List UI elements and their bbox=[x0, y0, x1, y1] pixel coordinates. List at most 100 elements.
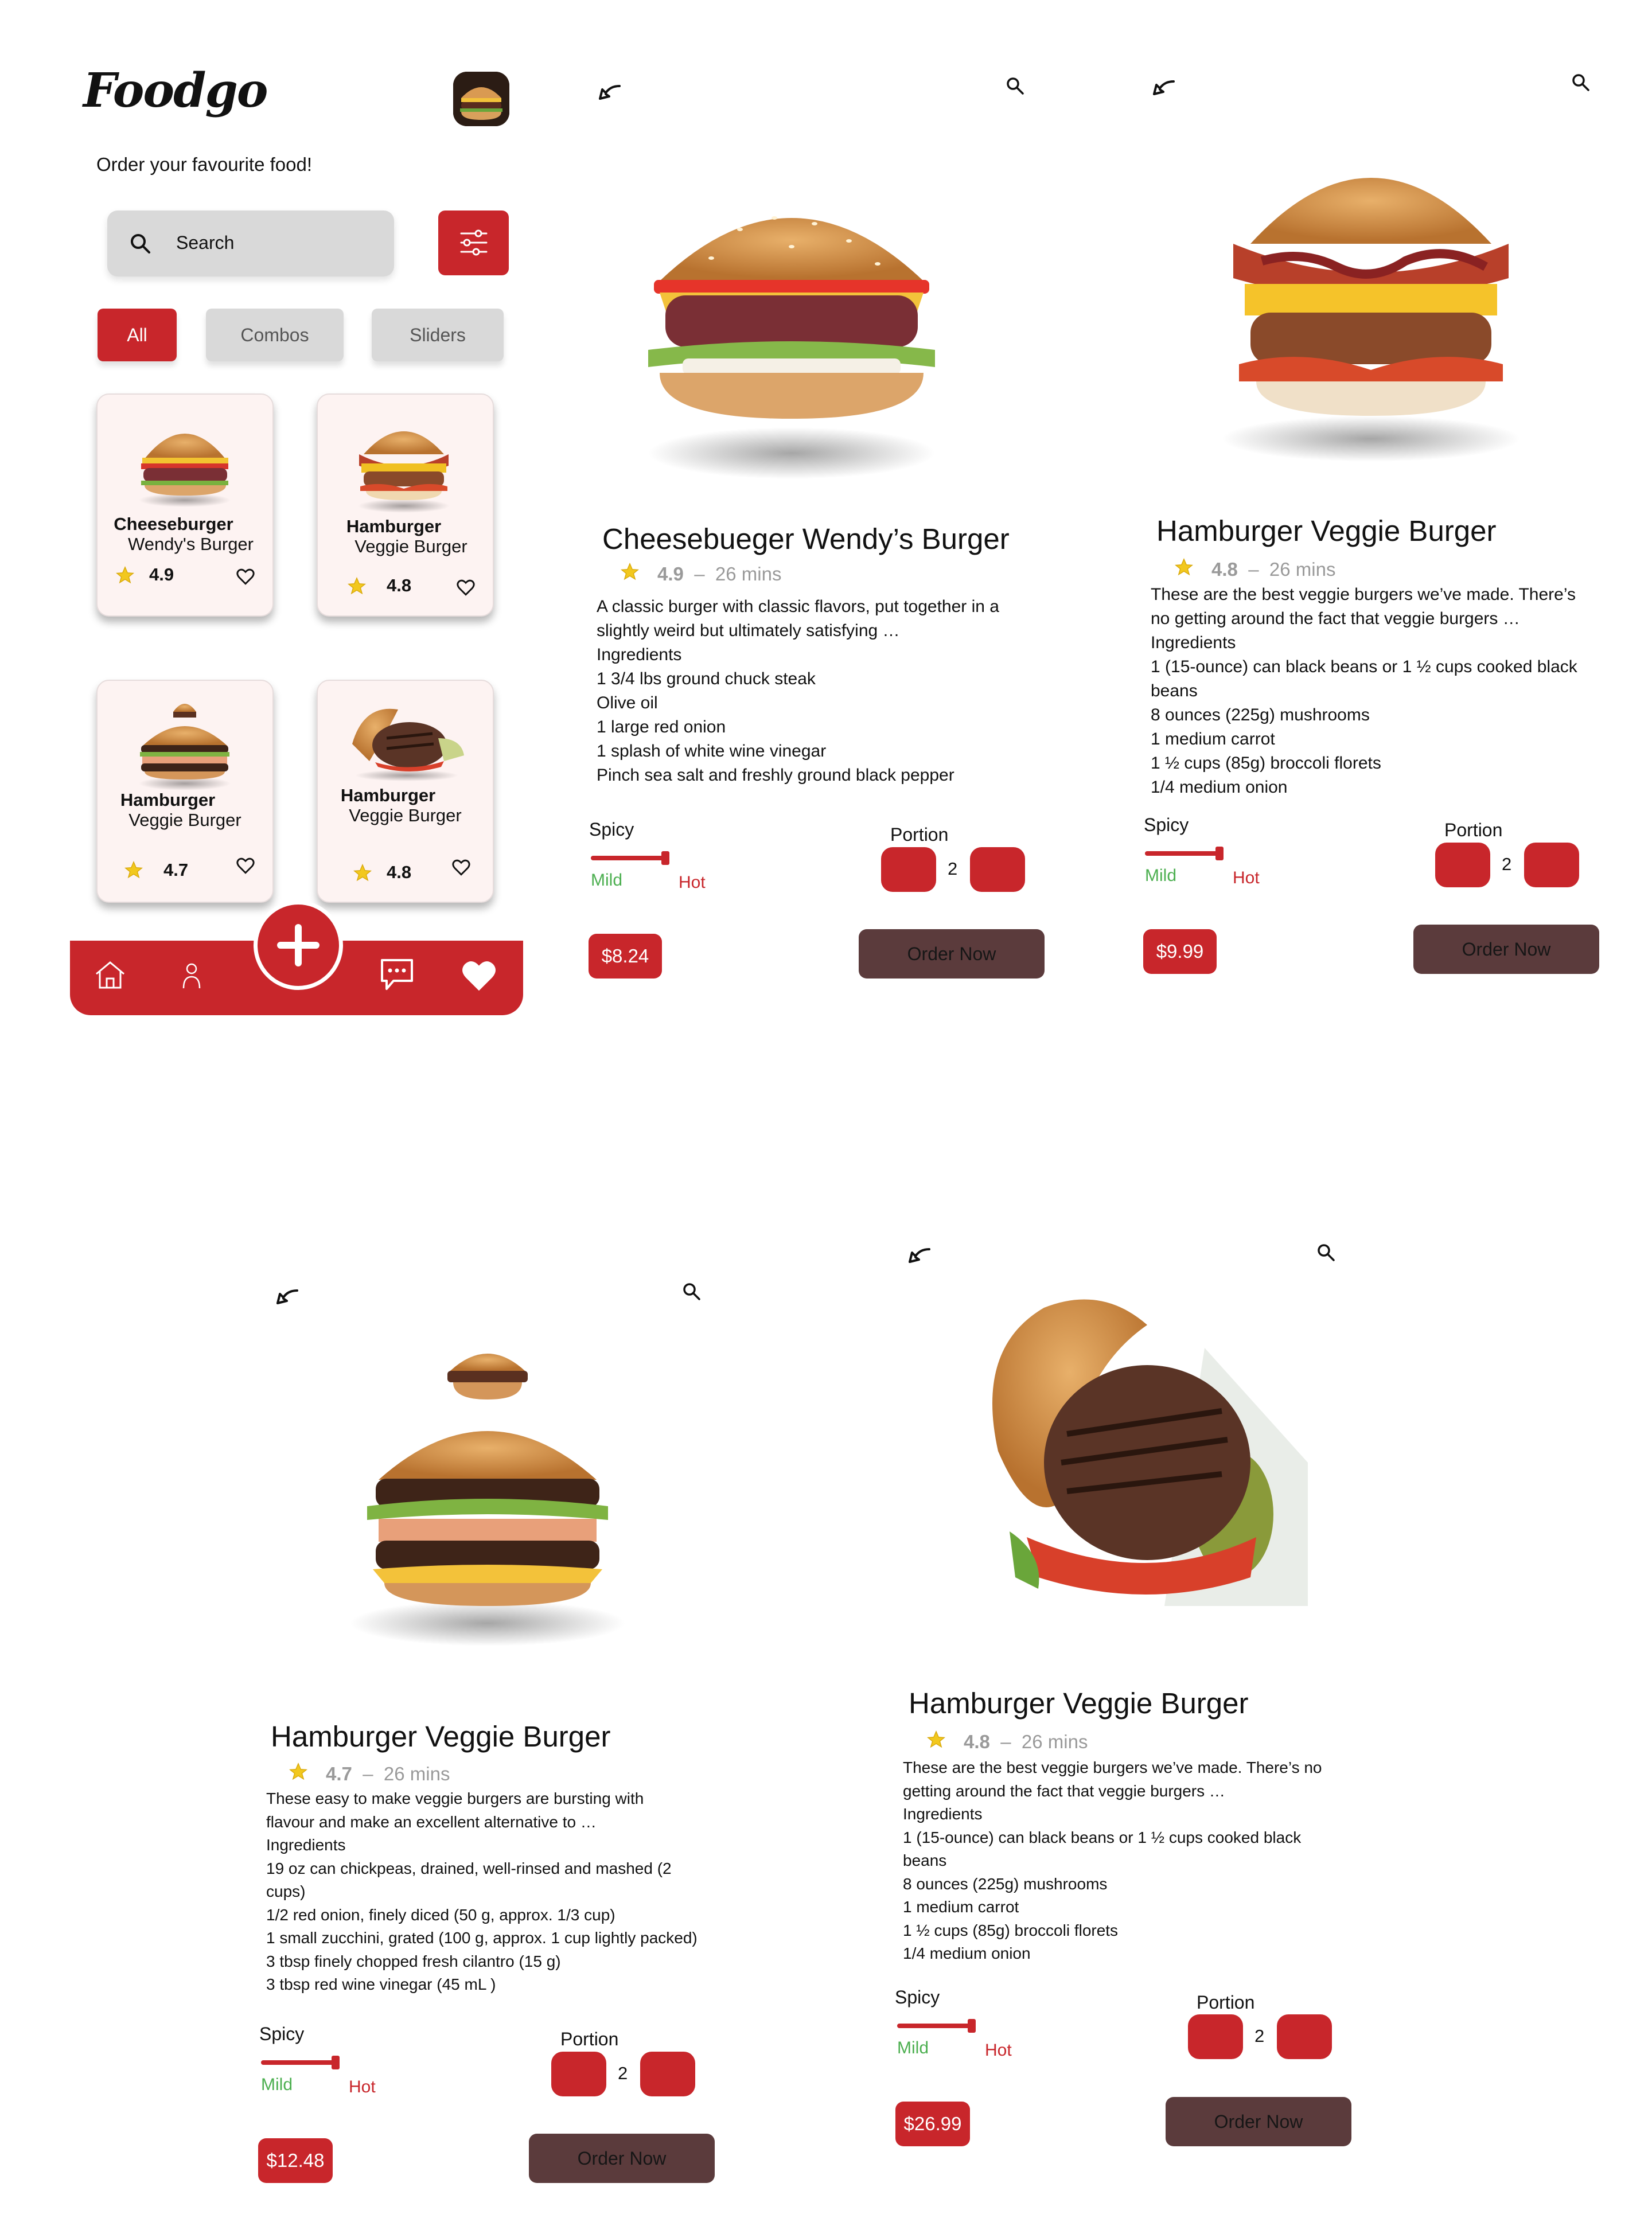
chip-sliders[interactable]: Sliders bbox=[372, 309, 504, 361]
decrease-portion-button[interactable] bbox=[551, 2052, 606, 2096]
cook-time: 26 mins bbox=[383, 1763, 450, 1784]
food-card-hamburger[interactable]: Hamburger Veggie Burger 4.8 bbox=[317, 680, 494, 903]
portion-label: Portion bbox=[1444, 820, 1503, 840]
search-placeholder: Search bbox=[176, 232, 235, 253]
spicy-slider[interactable] bbox=[1145, 851, 1219, 856]
increase-portion-button[interactable] bbox=[970, 847, 1025, 892]
increase-portion-button[interactable] bbox=[640, 2052, 695, 2096]
star-icon bbox=[927, 1730, 945, 1748]
spicy-label: Spicy bbox=[895, 1987, 940, 2007]
decrease-portion-button[interactable] bbox=[1188, 2014, 1243, 2059]
order-now-button[interactable]: Order Now bbox=[1166, 2097, 1351, 2146]
cook-time: 26 mins bbox=[1269, 559, 1336, 580]
card-subtitle: Veggie Burger bbox=[128, 810, 241, 830]
hot-label: Hot bbox=[679, 873, 706, 892]
chat-icon[interactable] bbox=[379, 957, 415, 992]
search-icon bbox=[131, 234, 150, 254]
back-arrow-icon[interactable] bbox=[597, 84, 622, 101]
home-icon[interactable] bbox=[93, 958, 127, 992]
product-description: A classic burger with classic flavors, p… bbox=[597, 597, 999, 785]
card-title: Hamburger bbox=[340, 785, 436, 805]
heart-icon[interactable] bbox=[235, 856, 256, 875]
search-input[interactable]: Search bbox=[107, 210, 394, 276]
spicy-label: Spicy bbox=[589, 819, 634, 840]
spicy-slider[interactable] bbox=[897, 2024, 972, 2028]
back-arrow-icon[interactable] bbox=[906, 1247, 932, 1264]
hot-label: Hot bbox=[349, 2077, 376, 2096]
star-icon bbox=[116, 566, 134, 584]
price-badge: $9.99 bbox=[1143, 929, 1217, 974]
card-rating: 4.7 bbox=[163, 860, 189, 880]
mild-label: Mild bbox=[897, 2038, 929, 2057]
spicy-slider[interactable] bbox=[591, 856, 665, 860]
price-badge: $8.24 bbox=[589, 934, 662, 979]
burger-image bbox=[139, 434, 231, 507]
cook-time: 26 mins bbox=[715, 563, 782, 584]
mild-label: Mild bbox=[591, 871, 623, 890]
spicy-slider-handle[interactable] bbox=[1215, 847, 1224, 860]
spicy-slider-handle[interactable] bbox=[332, 2056, 340, 2069]
card-subtitle: Veggie Burger bbox=[349, 805, 462, 825]
portion-label: Portion bbox=[1197, 1992, 1255, 2013]
food-card-hamburger[interactable]: Hamburger Veggie Burger 4.8 bbox=[317, 393, 494, 617]
mild-label: Mild bbox=[261, 2075, 293, 2094]
card-title: Hamburger bbox=[120, 790, 216, 810]
mild-label: Mild bbox=[1145, 866, 1177, 885]
heart-icon[interactable] bbox=[235, 567, 256, 586]
search-icon[interactable] bbox=[681, 1281, 701, 1301]
avatar[interactable] bbox=[453, 72, 509, 126]
user-icon[interactable] bbox=[179, 961, 204, 992]
portion-label: Portion bbox=[560, 2029, 619, 2049]
search-icon[interactable] bbox=[1005, 76, 1024, 95]
heart-icon[interactable] bbox=[460, 958, 498, 992]
chip-combos[interactable]: Combos bbox=[206, 309, 344, 361]
search-icon[interactable] bbox=[1316, 1242, 1335, 1262]
product-title: Cheesebueger Wendy’s Burger bbox=[602, 523, 1010, 555]
spicy-slider-handle[interactable] bbox=[968, 2019, 976, 2033]
order-now-button[interactable]: Order Now bbox=[1413, 925, 1599, 974]
portion-count: 2 bbox=[1254, 2026, 1265, 2046]
add-button[interactable] bbox=[254, 901, 343, 990]
back-arrow-icon[interactable] bbox=[274, 1288, 299, 1305]
star-icon bbox=[289, 1763, 307, 1780]
decrease-portion-button[interactable] bbox=[881, 847, 936, 892]
rating-value: 4.7 bbox=[326, 1763, 352, 1784]
heart-icon[interactable] bbox=[455, 578, 476, 597]
portion-count: 2 bbox=[618, 2063, 628, 2083]
rating-value: 4.8 bbox=[964, 1731, 990, 1752]
chip-all[interactable]: All bbox=[98, 309, 177, 361]
app-logo: Foodgo bbox=[83, 63, 268, 118]
star-icon bbox=[124, 861, 143, 879]
burger-image bbox=[358, 431, 450, 513]
increase-portion-button[interactable] bbox=[1277, 2014, 1332, 2059]
back-arrow-icon[interactable] bbox=[1151, 79, 1176, 96]
product-title: Hamburger Veggie Burger bbox=[909, 1687, 1249, 1720]
food-card-cheeseburger[interactable]: Cheeseburger Wendy's Burger 4.9 bbox=[96, 393, 274, 617]
spicy-slider-handle[interactable] bbox=[661, 851, 669, 865]
page-subtitle: Order your favourite food! bbox=[96, 154, 313, 175]
decrease-portion-button[interactable] bbox=[1435, 843, 1490, 887]
food-card-hamburger[interactable]: Hamburger Veggie Burger 4.7 bbox=[96, 680, 274, 903]
card-subtitle: Wendy's Burger bbox=[128, 534, 254, 554]
spicy-slider[interactable] bbox=[261, 2060, 336, 2065]
star-icon bbox=[621, 563, 639, 580]
product-description: These are the best veggie burgers we’ve … bbox=[1151, 585, 1577, 797]
rating-value: 4.8 bbox=[1211, 559, 1238, 580]
increase-portion-button[interactable] bbox=[1524, 843, 1579, 887]
burger-image bbox=[352, 708, 464, 781]
spicy-label: Spicy bbox=[259, 2024, 305, 2044]
cook-time: 26 mins bbox=[1021, 1731, 1088, 1752]
order-now-button[interactable]: Order Now bbox=[529, 2134, 715, 2183]
product-description: These are the best veggie burgers we’ve … bbox=[903, 1759, 1322, 1962]
card-title: Hamburger bbox=[346, 516, 442, 536]
order-now-button[interactable]: Order Now bbox=[859, 929, 1045, 979]
heart-icon[interactable] bbox=[451, 857, 472, 877]
portion-count: 2 bbox=[948, 859, 958, 879]
burger-image bbox=[648, 216, 935, 479]
portion-count: 2 bbox=[1502, 854, 1512, 874]
product-title: Hamburger Veggie Burger bbox=[1156, 514, 1497, 547]
search-icon[interactable] bbox=[1571, 72, 1590, 92]
filter-button[interactable] bbox=[438, 210, 509, 275]
card-subtitle: Veggie Burger bbox=[354, 536, 467, 556]
star-icon bbox=[353, 864, 372, 882]
